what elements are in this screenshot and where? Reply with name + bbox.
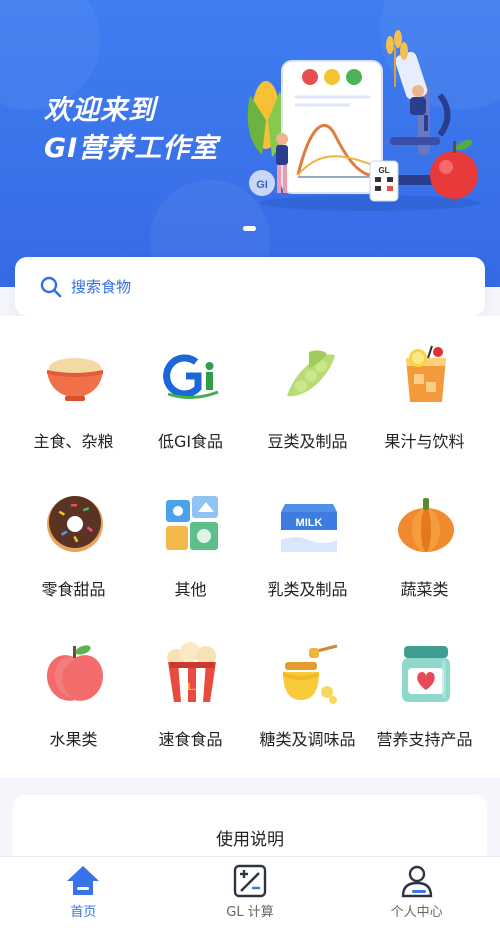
category-label: 其他 [174, 580, 207, 599]
tab-home[interactable]: 首页 [0, 857, 167, 936]
category-label: 豆类及制品 [267, 432, 348, 451]
category-staple-grains[interactable]: 主食、杂粮 [11, 316, 136, 456]
category-label: 营养支持产品 [376, 730, 473, 749]
carousel-indicator[interactable] [243, 226, 256, 231]
tab-gl-calculator[interactable]: GL 计算 [167, 857, 334, 936]
svg-text:GI: GI [256, 179, 268, 191]
search-icon [40, 276, 62, 297]
chart-board-icon [281, 60, 383, 194]
calculator-icon [233, 864, 267, 898]
nutrition-jar-icon [402, 646, 450, 702]
welcome-banner: 欢迎来到 GI营养工作室 GI GL [0, 0, 500, 287]
search-bar[interactable]: 搜索食物 [15, 257, 485, 316]
banner-illustration: GI GL [247, 30, 480, 211]
usage-instructions-title: 使用说明 [216, 830, 284, 850]
misc-apps-icon [166, 496, 218, 550]
gi-logo-icon [163, 354, 219, 399]
user-icon [401, 865, 432, 898]
tab-profile-label: 个人中心 [390, 905, 443, 920]
milk-carton-icon: MILK [281, 504, 337, 552]
tab-home-label: 首页 [70, 905, 97, 920]
category-low-gi-food[interactable]: 低GI食品 [128, 316, 253, 456]
category-other[interactable]: 其他 [128, 464, 253, 604]
category-label: 蔬菜类 [400, 580, 449, 599]
svg-text:L.: L. [188, 682, 197, 693]
category-snacks-desserts[interactable]: 零食甜品 [11, 464, 136, 604]
banner-title: 欢迎来到 GI营养工作室 [44, 92, 218, 168]
category-instant-food[interactable]: L. 速食食品 [128, 614, 253, 754]
category-label: 水果类 [49, 730, 98, 749]
category-label: 糖类及调味品 [259, 730, 356, 749]
category-nutrition-support[interactable]: 营养支持产品 [362, 614, 487, 754]
bottom-tab-bar: 首页 GL 计算 个人中心 [0, 856, 500, 936]
red-apple-icon [430, 139, 478, 199]
rice-bowl-icon [47, 358, 103, 401]
tab-profile[interactable]: 个人中心 [333, 857, 500, 936]
apple-icon [47, 645, 103, 701]
category-fruits[interactable]: 水果类 [11, 614, 136, 754]
banner-title-line1: 欢迎来到 [44, 95, 156, 126]
category-label: 零食甜品 [41, 580, 106, 599]
donut-icon [47, 496, 103, 552]
home-icon [67, 866, 100, 895]
category-label: 低GI食品 [157, 432, 224, 451]
honey-jar-icon [283, 644, 338, 704]
category-label: 速食食品 [158, 730, 223, 749]
category-dairy[interactable]: MILK 乳类及制品 [245, 464, 370, 604]
category-grid: 主食、杂粮 低GI食品 豆类及制品 果汁与饮料 零食甜品 其他 MILK 乳类及… [0, 316, 500, 778]
soybean-icon [287, 350, 335, 397]
category-vegetables[interactable]: 蔬菜类 [362, 464, 487, 604]
tab-gl-calculator-label: GL 计算 [226, 905, 274, 920]
gl-calculator-icon: GL [369, 160, 399, 202]
category-sugar-seasoning[interactable]: 糖类及调味品 [245, 614, 370, 754]
banner-title-line2: GI营养工作室 [44, 133, 219, 164]
popcorn-icon: L. [167, 642, 216, 702]
svg-text:MILK: MILK [296, 517, 323, 529]
category-label: 主食、杂粮 [33, 432, 114, 451]
category-label: 乳类及制品 [267, 580, 348, 599]
juice-drink-icon [406, 345, 446, 402]
pumpkin-icon [398, 498, 454, 552]
search-placeholder: 搜索食物 [71, 278, 132, 296]
category-label: 果汁与饮料 [384, 432, 465, 451]
usage-instructions-card[interactable]: 使用说明 [13, 795, 487, 865]
category-beans[interactable]: 豆类及制品 [245, 316, 370, 456]
category-juice-drinks[interactable]: 果汁与饮料 [362, 316, 487, 456]
svg-text:GL: GL [378, 166, 389, 175]
